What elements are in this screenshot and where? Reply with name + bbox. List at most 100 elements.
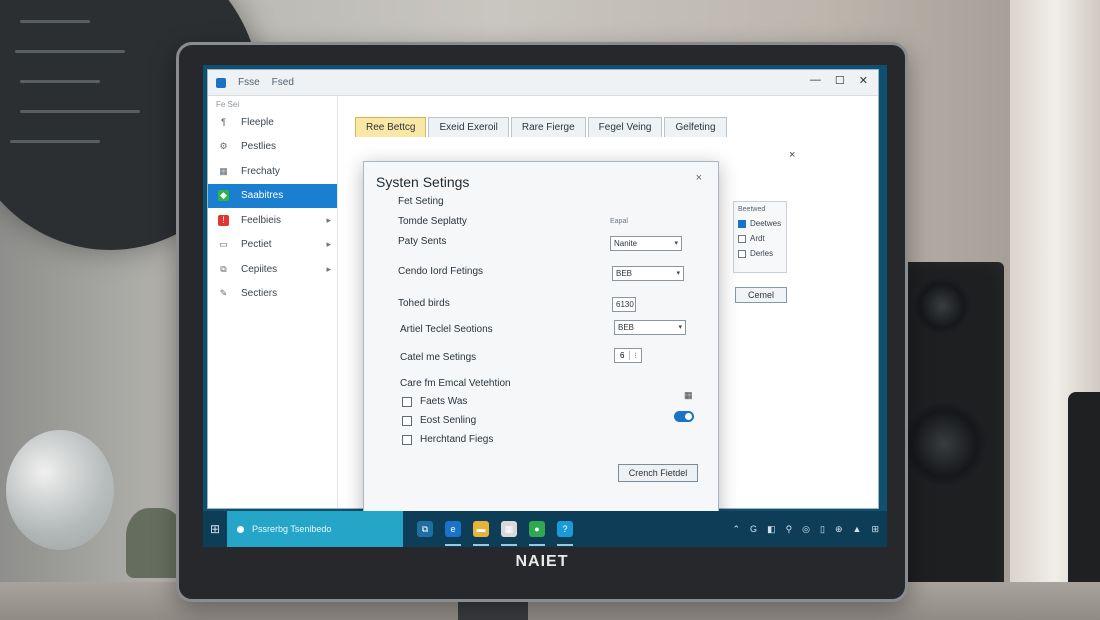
checkbox-row[interactable]: Eost Senling: [402, 415, 476, 426]
folder-icon[interactable]: ▬: [473, 521, 489, 546]
sidebar-item-label: Saabitres: [241, 190, 284, 202]
tab[interactable]: Fegel Veing: [587, 117, 663, 137]
speaker-left: [898, 262, 1004, 620]
dialog-title: Systen Setings: [376, 174, 470, 190]
tray-icon[interactable]: ⊞: [871, 524, 879, 535]
artiel-select[interactable]: BEB ▾: [614, 320, 686, 335]
option-row[interactable]: Deetwes: [738, 216, 782, 231]
sidebar-item-label: Pestlies: [241, 141, 277, 153]
chrome-icon[interactable]: ●: [529, 521, 545, 546]
sidebar-item[interactable]: ¶ Fleeple: [208, 110, 337, 135]
window-controls: — ☐ ✕: [810, 74, 868, 87]
catel-stepper[interactable]: 6 ⁝: [614, 348, 642, 363]
select-value: BEB: [616, 269, 633, 278]
sidebar-item[interactable]: ! Feelbieis ▸: [208, 208, 337, 233]
patty-select[interactable]: Nanite ▾: [610, 236, 682, 251]
titlebar-item-2[interactable]: Fsed: [272, 77, 294, 88]
taskbar-search[interactable]: Pssrerbg Tsenibedo: [227, 511, 403, 547]
tray-icon[interactable]: ⌃: [733, 524, 741, 535]
tab[interactable]: Ree Bettcg: [355, 117, 427, 137]
chevron-right-icon: ▸: [326, 239, 331, 250]
select-value: Nanite: [614, 239, 638, 248]
help-icon[interactable]: ?: [557, 521, 573, 546]
checkbox[interactable]: [738, 219, 746, 228]
tab[interactable]: Rare Fierge: [510, 117, 586, 137]
browser-icon[interactable]: e: [445, 521, 461, 546]
toggle-switch[interactable]: [674, 411, 694, 422]
option-row[interactable]: Derles: [738, 246, 782, 261]
system-tray: ⌃ G ◧ ⚲ ◎ ▯ ⊕ ▲ ⊞: [733, 524, 880, 535]
tray-icon[interactable]: ▯: [820, 524, 825, 535]
checkbox-row[interactable]: Herchtand Fiegs: [402, 434, 493, 445]
checkbox[interactable]: [738, 249, 746, 258]
sidebar-item-label: Fleeple: [241, 116, 274, 128]
task-view-icon[interactable]: ⧉: [417, 521, 433, 537]
tray-icon[interactable]: G: [750, 524, 757, 535]
sidebar-item[interactable]: ▦ Frechaty: [208, 159, 337, 184]
sidebar-item[interactable]: ◆ Saabitres: [208, 183, 337, 208]
checkbox-row[interactable]: Faets Was: [402, 396, 467, 407]
calendar-icon: ▦: [219, 165, 228, 176]
monitor: Fsse Fsed — ☐ ✕ Fe Sei ¶ Fleeple ⚙ Pestlies…: [176, 42, 908, 602]
close-icon[interactable]: ×: [696, 172, 702, 184]
sidebar-item-label: Feelbieis: [241, 214, 282, 226]
search-text: Pssrerbg Tsenibedo: [252, 524, 332, 534]
screen: Fsse Fsed — ☐ ✕ Fe Sei ¶ Fleeple ⚙ Pestlies…: [203, 65, 887, 547]
taskbar: ⊞ Pssrerbg Tsenibedo ⧉ e ▬ ▦ ●? ⌃ G ◧ ⚲ ◎ ▯ ⊕ ▲ ⊞: [203, 511, 887, 547]
sidebar-item[interactable]: ▭ Pectiet ▸: [208, 233, 337, 258]
tab-bar: Ree Bettcg Exeid Exeroil Rare Fierge Fegel …: [355, 117, 729, 137]
close-icon[interactable]: ✕: [859, 74, 868, 87]
sidebar-item-label: Frechaty: [241, 165, 280, 177]
checkbox[interactable]: [402, 434, 412, 445]
chevron-right-icon: ▸: [326, 214, 331, 225]
titlebar-item-1[interactable]: Fsse: [238, 77, 260, 88]
taskbar-apps: ⧉ e ▬ ▦ ●?: [417, 521, 573, 546]
setting-note: Eapal: [610, 218, 628, 225]
close-icon[interactable]: ×: [789, 149, 795, 161]
sidebar-item[interactable]: ⧉ Cepiites ▸: [208, 257, 337, 282]
maximize-icon[interactable]: ☐: [835, 74, 845, 87]
sidebar-item[interactable]: ✎ Sectiers: [208, 282, 337, 307]
wrench-icon: ✎: [219, 288, 228, 299]
cendo-select[interactable]: BEB ▾: [612, 266, 684, 281]
chevron-right-icon: ▸: [326, 263, 331, 274]
store-icon[interactable]: ▦: [501, 521, 517, 546]
grid-icon[interactable]: ▦: [684, 390, 693, 401]
setting-label: Tohed birds: [398, 298, 450, 309]
toggle-knob: [685, 413, 692, 420]
gear-icon: ⚙: [219, 141, 228, 152]
setting-label: Tomde Seplatty: [398, 216, 467, 227]
checkbox[interactable]: [402, 396, 412, 407]
checkbox[interactable]: [738, 234, 746, 243]
chevron-down-icon: ▾: [676, 270, 680, 277]
option-row[interactable]: Ardt: [738, 231, 782, 246]
app-icon: [216, 77, 226, 88]
tray-icon[interactable]: ⊕: [835, 524, 843, 535]
option-label: Ardt: [750, 234, 765, 243]
checkbox[interactable]: [402, 415, 412, 426]
option-label: Derles: [750, 249, 774, 258]
start-icon[interactable]: ⊞: [203, 511, 227, 547]
system-settings-dialog: Systen Setings × Fet Seting Tomde Seplat…: [363, 161, 719, 525]
panel-title: Beetwed: [738, 206, 766, 213]
tab[interactable]: Gelfeting: [664, 117, 727, 137]
apply-button[interactable]: Crench Fietdel: [618, 464, 698, 482]
shield-icon: ◆: [218, 190, 229, 202]
tray-icon[interactable]: ▲: [853, 524, 862, 535]
tohed-input[interactable]: 6130: [612, 297, 636, 312]
tray-icon[interactable]: ◎: [802, 524, 810, 535]
cancel-button[interactable]: Cemel: [735, 287, 787, 303]
option-label: Deetwes: [750, 219, 782, 228]
minimize-icon[interactable]: —: [810, 74, 821, 87]
sidebar-item-label: Sectiers: [241, 288, 278, 300]
setting-label: Paty Sents: [398, 236, 447, 247]
tray-icon[interactable]: ⚲: [786, 524, 793, 535]
tab[interactable]: Exeid Exeroil: [428, 117, 509, 137]
stepper-arrow-icon[interactable]: ⁝: [630, 351, 641, 360]
sidebar-item[interactable]: ⚙ Pestlies: [208, 135, 337, 160]
tray-icon[interactable]: ◧: [767, 524, 776, 535]
checkbox-label: Faets Was: [420, 396, 468, 407]
setting-label: Artiel Teclel Seotions: [400, 324, 493, 335]
checkbox-label: Eost Senling: [420, 415, 477, 426]
sidebar-item-label: Cepiites: [241, 263, 278, 275]
